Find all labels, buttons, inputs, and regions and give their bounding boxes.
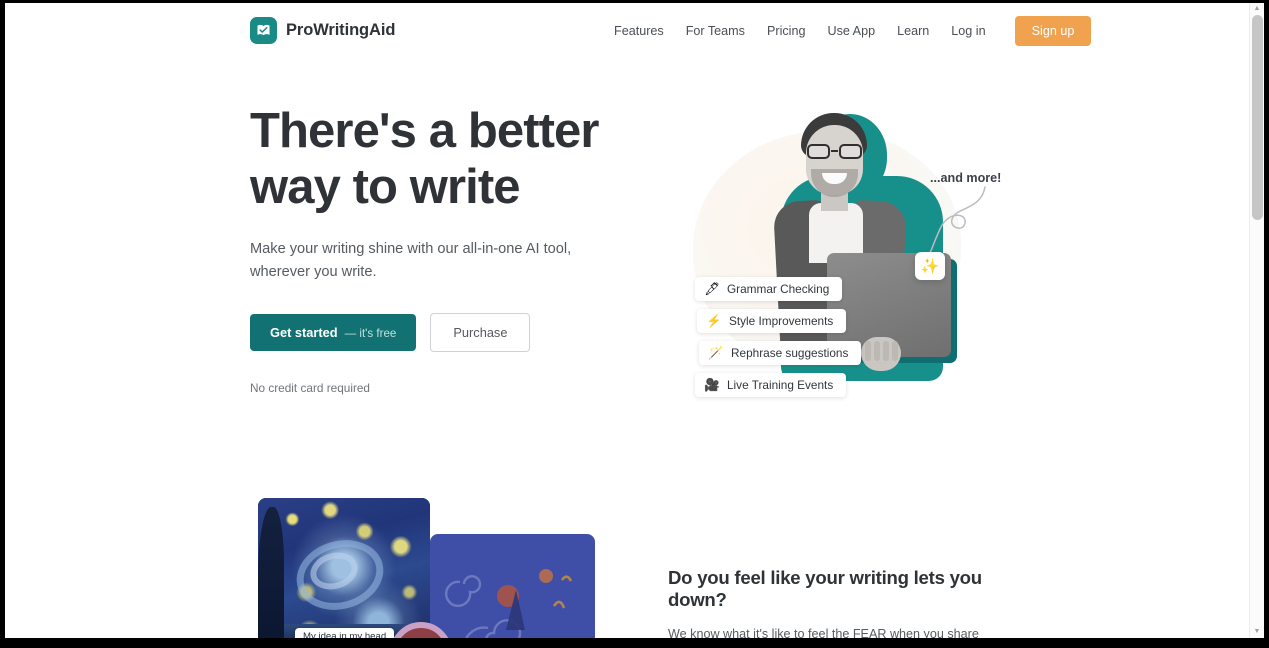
page-content: ProWritingAid Features For Teams Pricing… — [5, 3, 1249, 638]
eyeglasses-icon — [806, 144, 863, 159]
browser-frame: ProWritingAid Features For Teams Pricing… — [0, 0, 1269, 648]
scroll-up-arrow-icon[interactable]: ▲ — [1250, 3, 1264, 15]
hero-cta-group: Get started — it's free Purchase — [250, 312, 650, 352]
hero-title: There's a better way to write — [250, 104, 650, 216]
purchase-button[interactable]: Purchase — [430, 312, 531, 352]
nav-item-log-in[interactable]: Log in — [940, 18, 996, 44]
feature-pill-label: Rephrase suggestions — [731, 346, 849, 360]
writing-lets-you-down-section: My idea in my head Do you feel like your… — [5, 479, 1249, 638]
curved-arrow-icon — [928, 186, 986, 256]
starry-night-painting — [258, 498, 430, 638]
section-two-copy: Do you feel like your writing lets you d… — [668, 567, 1018, 638]
feature-pill-grammar-checking[interactable]: 🖋 Grammar Checking — [695, 277, 843, 301]
nav-item-for-teams[interactable]: For Teams — [675, 18, 756, 44]
get-started-free-note: — it's free — [344, 326, 397, 340]
movie-camera-icon: 🎥 — [704, 377, 720, 392]
magic-wand-icon: 🪄 — [708, 345, 724, 360]
section-two-title: Do you feel like your writing lets you d… — [668, 567, 982, 610]
sign-up-button[interactable]: Sign up — [1014, 16, 1092, 46]
lightning-bolt-icon: ⚡ — [706, 313, 722, 328]
fountain-pen-icon: 🖋 — [704, 281, 720, 296]
brand-logo[interactable]: ProWritingAid — [250, 17, 395, 44]
no-credit-card-note: No credit card required — [250, 380, 370, 395]
feature-pill-label: Live Training Events — [727, 378, 834, 392]
feature-pill-list: 🖋 Grammar Checking ⚡ Style Improvements … — [695, 277, 862, 397]
feature-pill-live-training-events[interactable]: 🎥 Live Training Events — [695, 373, 847, 397]
nav-item-learn[interactable]: Learn — [886, 18, 940, 44]
and-more-label: ...and more! — [930, 171, 1002, 185]
get-started-button[interactable]: Get started — it's free — [250, 313, 417, 351]
hero-copy: There's a better way to write Make your … — [250, 104, 650, 395]
feature-pill-rephrase-suggestions[interactable]: 🪄 Rephrase suggestions — [699, 341, 862, 365]
scroll-down-arrow-icon[interactable]: ▼ — [1250, 626, 1264, 638]
hero-subtitle: Make your writing shine with our all-in-… — [250, 240, 572, 280]
hero-title-line-2: way to write — [250, 159, 521, 214]
hero-illustration: ...and more! ✨ 🖋 Grammar Checking ⚡ Styl… — [665, 109, 1015, 439]
sparkles-icon: ✨ — [920, 257, 940, 275]
feature-pill-style-improvements[interactable]: ⚡ Style Improvements — [697, 309, 847, 333]
site-header: ProWritingAid Features For Teams Pricing… — [5, 3, 1249, 59]
brand-name: ProWritingAid — [286, 21, 396, 39]
page-scrollbar[interactable]: ▲ ▼ — [1249, 3, 1264, 638]
get-started-label: Get started — [270, 324, 338, 340]
book-check-logo-icon — [250, 17, 277, 44]
nav-item-features[interactable]: Features — [603, 18, 675, 44]
before-after-illustration: My idea in my head — [250, 498, 600, 638]
main-navigation: Features For Teams Pricing Use App Learn… — [603, 3, 1092, 59]
scrollbar-thumb[interactable] — [1252, 15, 1263, 220]
nav-item-pricing[interactable]: Pricing — [756, 18, 817, 44]
browser-viewport: ProWritingAid Features For Teams Pricing… — [5, 3, 1264, 638]
hero-title-line-1: There's a better — [250, 104, 599, 158]
crude-scribble-drawing — [430, 534, 595, 638]
feature-pill-label: Grammar Checking — [727, 282, 830, 296]
my-idea-label: My idea in my head — [295, 628, 395, 638]
nav-item-use-app[interactable]: Use App — [816, 18, 886, 44]
feature-pill-label: Style Improvements — [729, 314, 834, 328]
sparkles-badge: ✨ — [915, 252, 945, 280]
hero-section: There's a better way to write Make your … — [5, 59, 1249, 479]
section-two-body: We know what it's like to feel the FEAR … — [668, 627, 979, 638]
